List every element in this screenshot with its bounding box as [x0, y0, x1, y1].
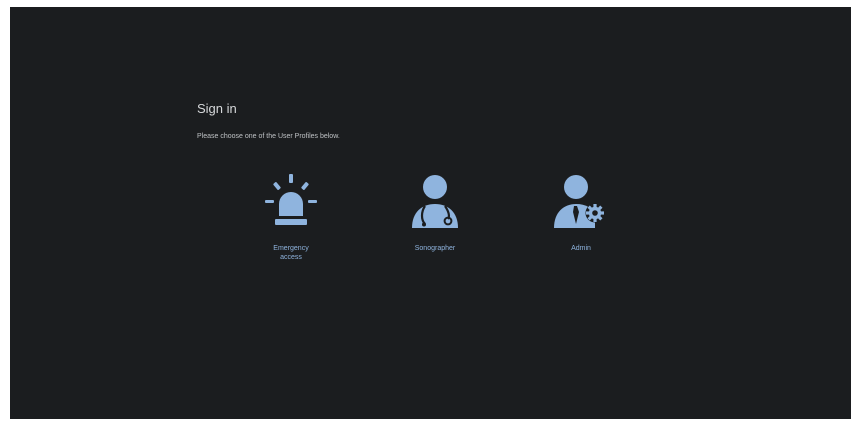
login-screen: Sign in Please choose one of the User Pr… [10, 7, 851, 419]
profile-label: Admin [571, 245, 591, 252]
page-title: Sign in [197, 101, 237, 116]
doctor-stethoscope-icon [412, 175, 458, 228]
profile-sonographer[interactable]: Sonographer [390, 172, 480, 253]
profile-admin[interactable]: Admin [536, 172, 626, 253]
siren-icon [265, 174, 317, 225]
page-subtitle: Please choose one of the User Profiles b… [197, 133, 340, 140]
profile-label: Emergency access [273, 245, 309, 261]
profile-label: Sonographer [414, 245, 456, 252]
user-gear-icon [554, 175, 605, 228]
profile-emergency-access[interactable]: Emergency access [246, 172, 336, 262]
